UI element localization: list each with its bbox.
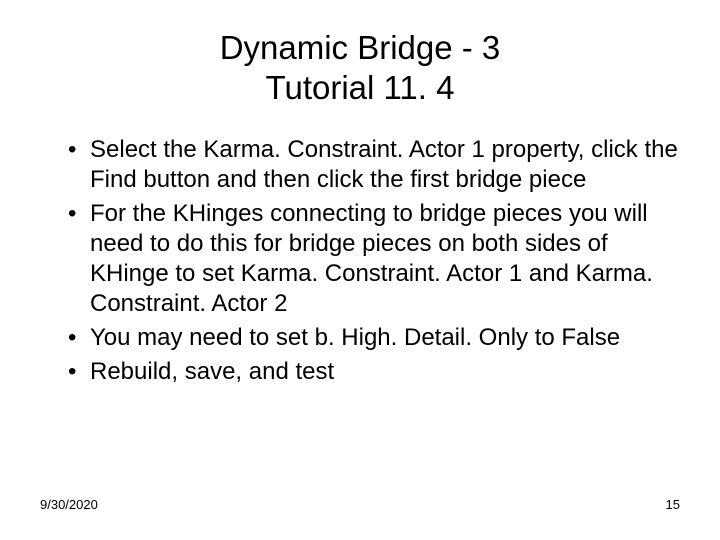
list-item: Rebuild, save, and test (68, 357, 680, 387)
footer: 9/30/2020 15 (40, 497, 680, 512)
footer-date: 9/30/2020 (40, 497, 98, 512)
title-line-1: Dynamic Bridge - 3 (220, 29, 501, 66)
footer-page-number: 15 (666, 497, 680, 512)
list-item: You may need to set b. High. Detail. Onl… (68, 323, 680, 353)
list-item: For the KHinges connecting to bridge pie… (68, 199, 680, 319)
bullet-text: You may need to set b. High. Detail. Onl… (90, 324, 620, 351)
slide-title: Dynamic Bridge - 3 Tutorial 11. 4 (40, 28, 680, 107)
slide: Dynamic Bridge - 3 Tutorial 11. 4 Select… (0, 0, 720, 540)
list-item: Select the Karma. Constraint. Actor 1 pr… (68, 135, 680, 195)
bullet-list: Select the Karma. Constraint. Actor 1 pr… (40, 135, 680, 387)
bullet-text: Select the Karma. Constraint. Actor 1 pr… (90, 136, 678, 193)
bullet-text: For the KHinges connecting to bridge pie… (90, 200, 653, 317)
title-line-2: Tutorial 11. 4 (266, 69, 455, 106)
bullet-text: Rebuild, save, and test (90, 358, 334, 385)
